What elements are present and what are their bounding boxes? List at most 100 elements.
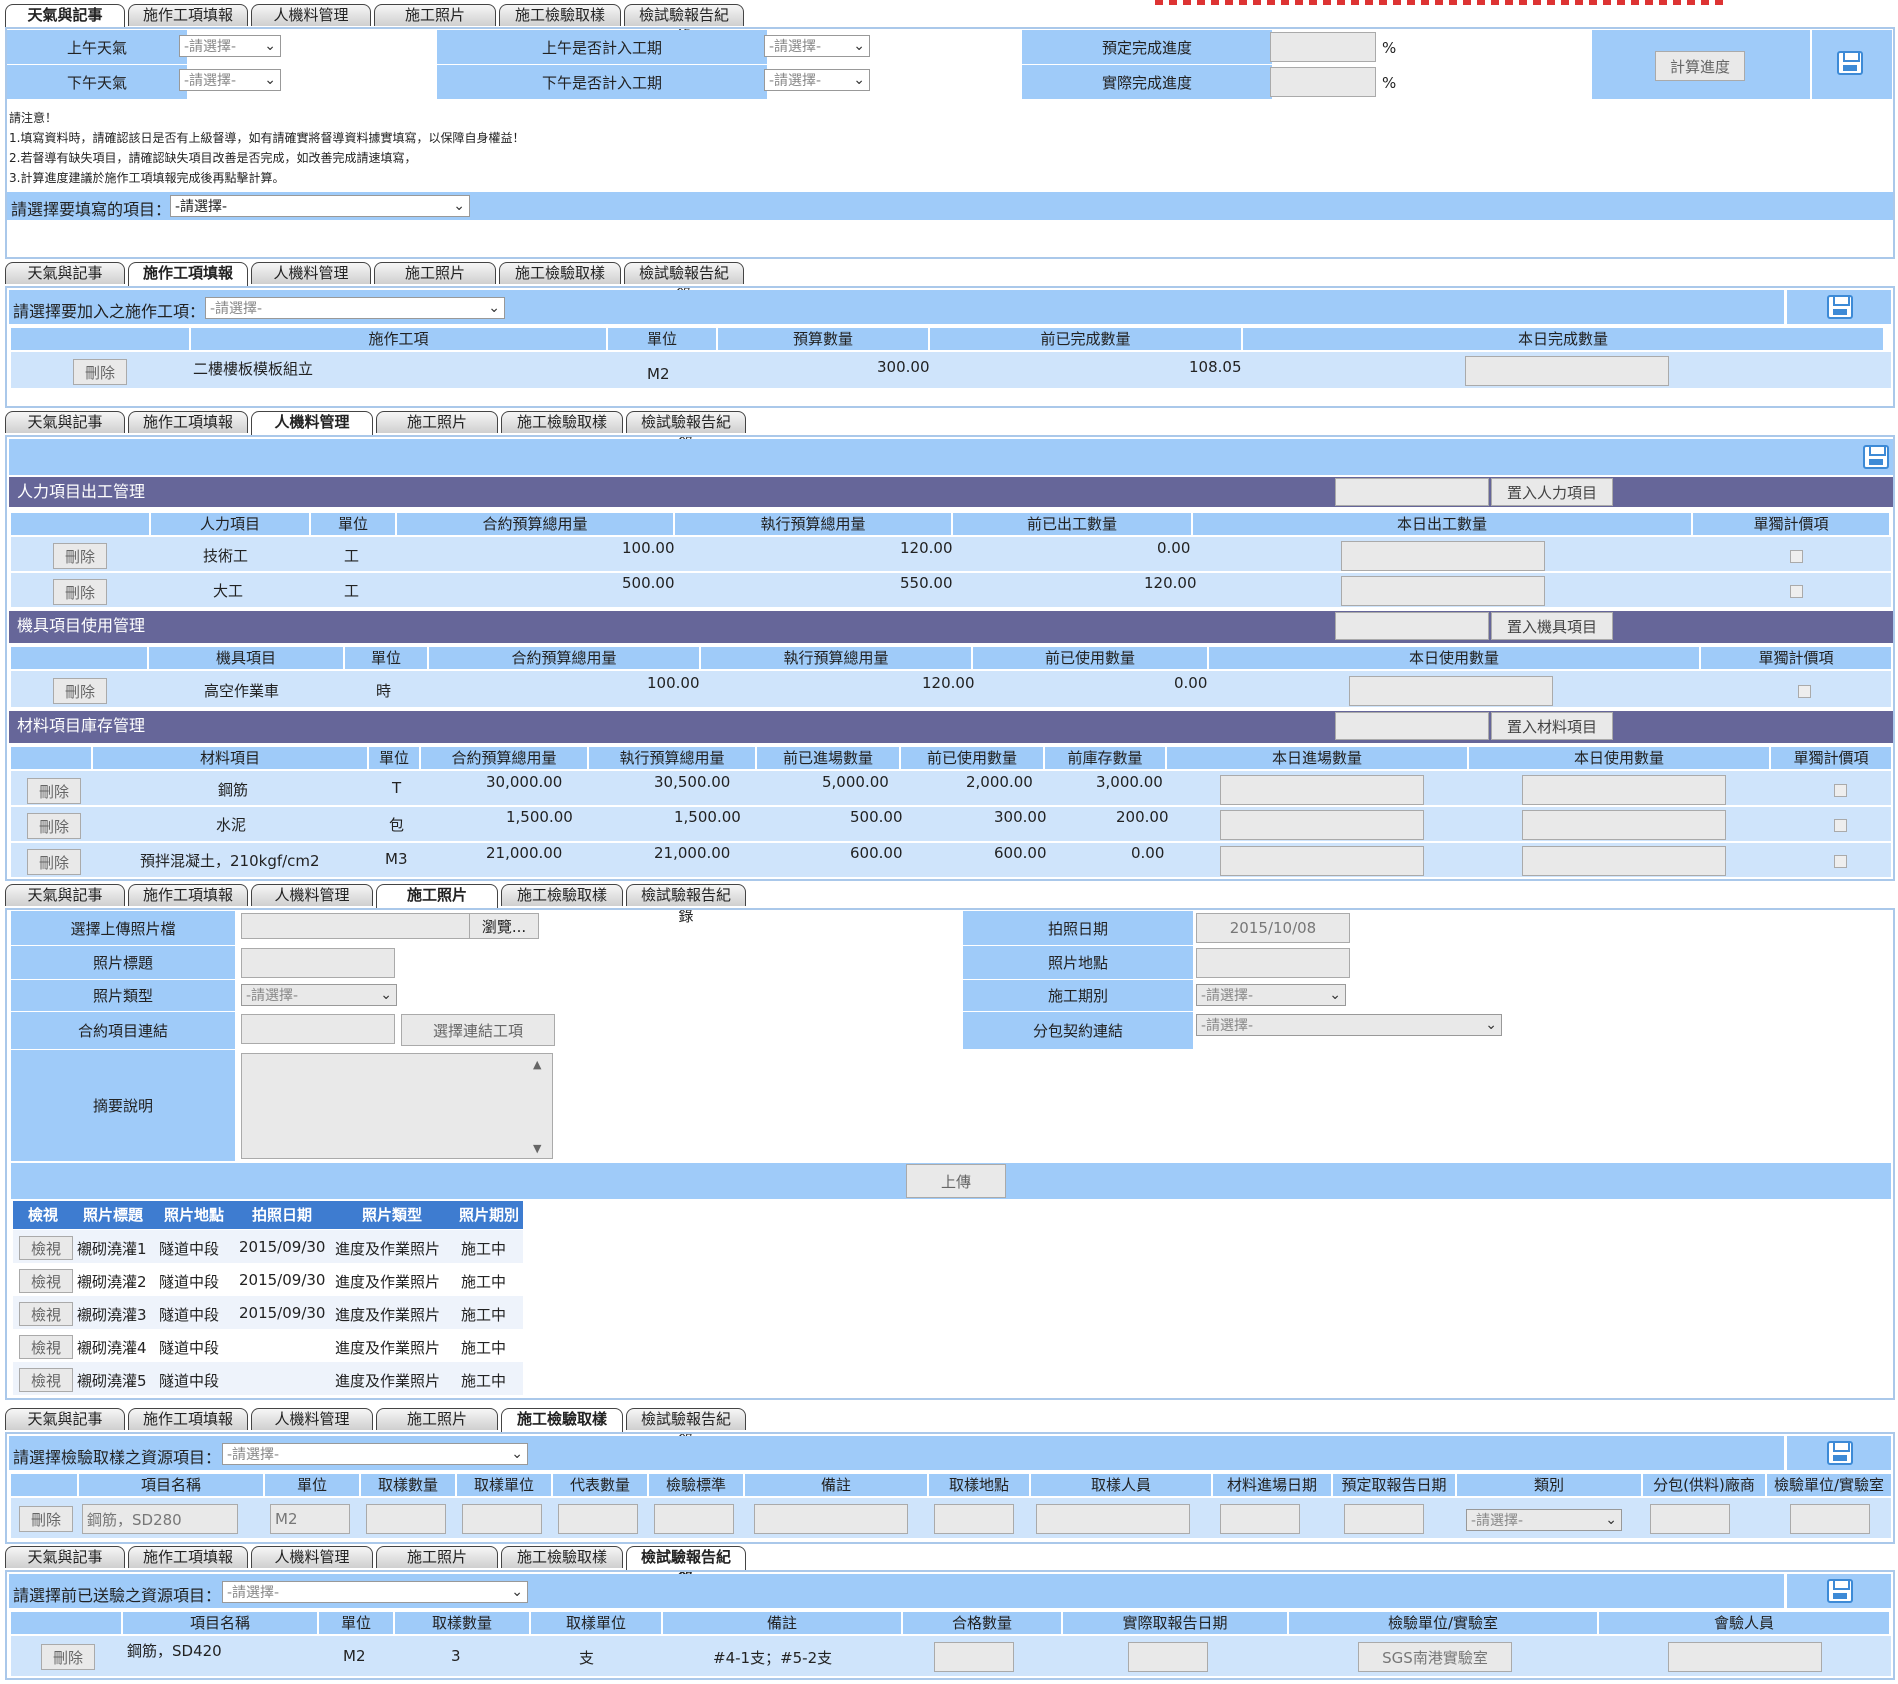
view-button[interactable]: 檢視 [19,1269,73,1293]
add-equip-button[interactable]: 置入機具項目 [1491,612,1613,640]
item-select[interactable]: -請選擇- [170,195,470,217]
tab-photos[interactable]: 施工照片 [374,262,496,284]
tab-reports[interactable]: 檢試驗報告紀錄 [626,411,746,452]
calc-progress-button[interactable]: 計算進度 [1655,51,1745,81]
tab-reports[interactable]: 檢試驗報告紀錄 [624,4,744,45]
delete-button[interactable]: 刪除 [27,813,81,839]
separate-price-checkbox[interactable] [1790,585,1803,598]
delete-button[interactable]: 刪除 [19,1506,73,1532]
save-icon[interactable] [1827,295,1853,319]
photo-date-input[interactable]: 2015/10/08 [1196,913,1350,943]
pm-weather-select[interactable]: -請選擇- [179,69,281,91]
delete-button[interactable]: 刪除 [53,579,107,605]
today-in-input[interactable] [1220,775,1424,805]
tab-sampling[interactable]: 施工檢驗取樣 [501,884,623,906]
delete-button[interactable]: 刪除 [53,543,107,569]
tab-sampling[interactable]: 施工檢驗取樣 [499,4,621,26]
view-button[interactable]: 檢視 [19,1335,73,1359]
view-button[interactable]: 檢視 [19,1368,73,1392]
today-use-input[interactable] [1522,846,1726,876]
mat-input[interactable] [1335,712,1489,740]
tab-reports[interactable]: 檢試驗報告紀錄 [624,262,744,303]
tab-resources[interactable]: 人機料管理 [251,1408,373,1430]
upload-button[interactable]: 上傳 [906,1164,1006,1198]
note-input[interactable] [754,1504,908,1534]
today-qty-input[interactable] [1341,541,1545,571]
separate-price-checkbox[interactable] [1790,550,1803,563]
desc-textarea[interactable] [241,1053,553,1159]
today-use-input[interactable] [1349,676,1553,706]
today-use-input[interactable] [1522,775,1726,805]
separate-price-checkbox[interactable] [1834,819,1847,832]
pass-qty-input[interactable] [934,1642,1014,1672]
photo-place-input[interactable] [1196,948,1350,978]
delete-button[interactable]: 刪除 [27,849,81,875]
tab-weather[interactable]: 天氣與記事 [5,1408,125,1430]
actual-report-date-input[interactable] [1128,1642,1208,1672]
tab-reports[interactable]: 檢試驗報告紀錄 [626,884,746,925]
tab-works[interactable]: 施作工項填報 [128,4,248,26]
sampling-select[interactable]: -請選擇- [222,1443,528,1465]
tab-weather[interactable]: 天氣與記事 [5,884,125,906]
tab-photos[interactable]: 施工照片 [376,1408,498,1430]
arrival-date-input[interactable] [1220,1504,1300,1534]
today-qty-input[interactable] [1341,576,1545,606]
browse-button[interactable]: 瀏覽... [469,913,539,939]
item-name-input[interactable]: 鋼筋，SD280 [82,1504,238,1534]
tab-sampling[interactable]: 施工檢驗取樣 [501,1408,623,1432]
tab-sampling[interactable]: 施工檢驗取樣 [501,1546,623,1568]
am-count-select[interactable]: -請選擇- [764,35,870,57]
tab-works[interactable]: 施作工項填報 [128,884,248,906]
labor-input[interactable] [1335,478,1489,506]
lab-input[interactable] [1790,1504,1870,1534]
delete-button[interactable]: 刪除 [41,1644,95,1670]
tab-resources[interactable]: 人機料管理 [251,4,371,26]
contract-link-input[interactable] [241,1014,395,1044]
pm-count-select[interactable]: -請選擇- [764,69,870,91]
tab-weather[interactable]: 天氣與記事 [5,262,125,284]
sample-qty-input[interactable] [366,1504,446,1534]
tab-reports[interactable]: 檢試驗報告紀錄 [626,1408,746,1449]
add-mat-button[interactable]: 置入材料項目 [1491,712,1613,740]
works-select[interactable]: -請選擇- [205,297,505,319]
actual-progress-input[interactable] [1270,67,1376,97]
save-icon[interactable] [1837,51,1863,75]
photo-type-select[interactable]: -請選擇- [241,984,397,1006]
tab-resources[interactable]: 人機料管理 [251,1546,373,1568]
separate-price-checkbox[interactable] [1798,685,1811,698]
today-qty-input[interactable] [1465,356,1669,386]
scroll-down-icon[interactable]: ▼ [533,1142,541,1155]
tab-photos[interactable]: 施工照片 [376,1546,498,1568]
delete-button[interactable]: 刪除 [73,359,127,385]
report-date-input[interactable] [1344,1504,1424,1534]
tab-weather[interactable]: 天氣與記事 [5,1546,125,1568]
place-input[interactable] [934,1504,1014,1534]
tab-works[interactable]: 施作工項填報 [128,411,248,433]
tab-resources[interactable]: 人機料管理 [251,262,371,284]
am-weather-select[interactable]: -請選擇- [179,35,281,57]
tab-photos[interactable]: 施工照片 [376,411,498,433]
person-input[interactable] [1036,1504,1190,1534]
today-use-input[interactable] [1522,810,1726,840]
photo-title-input[interactable] [241,948,395,978]
standard-input[interactable] [654,1504,734,1534]
tab-weather[interactable]: 天氣與記事 [5,4,125,28]
tab-weather[interactable]: 天氣與記事 [5,411,125,433]
lab-input[interactable]: SGS南港實驗室 [1358,1642,1512,1672]
tab-works[interactable]: 施作工項填報 [128,262,248,286]
tab-resources[interactable]: 人機料管理 [251,411,373,435]
save-icon[interactable] [1827,1579,1853,1603]
inspector-input[interactable] [1668,1642,1822,1672]
separate-price-checkbox[interactable] [1834,784,1847,797]
tab-resources[interactable]: 人機料管理 [251,884,373,906]
select-link-button[interactable]: 選擇連結工項 [401,1014,555,1046]
unit-input[interactable]: M2 [270,1504,350,1534]
tab-works[interactable]: 施作工項填報 [128,1408,248,1430]
delete-button[interactable]: 刪除 [27,778,81,804]
tab-works[interactable]: 施作工項填報 [128,1546,248,1568]
delete-button[interactable]: 刪除 [53,678,107,704]
tab-sampling[interactable]: 施工檢驗取樣 [499,262,621,284]
tab-photos[interactable]: 施工照片 [374,4,496,26]
reports-select[interactable]: -請選擇- [222,1581,528,1603]
save-icon[interactable] [1827,1441,1853,1465]
